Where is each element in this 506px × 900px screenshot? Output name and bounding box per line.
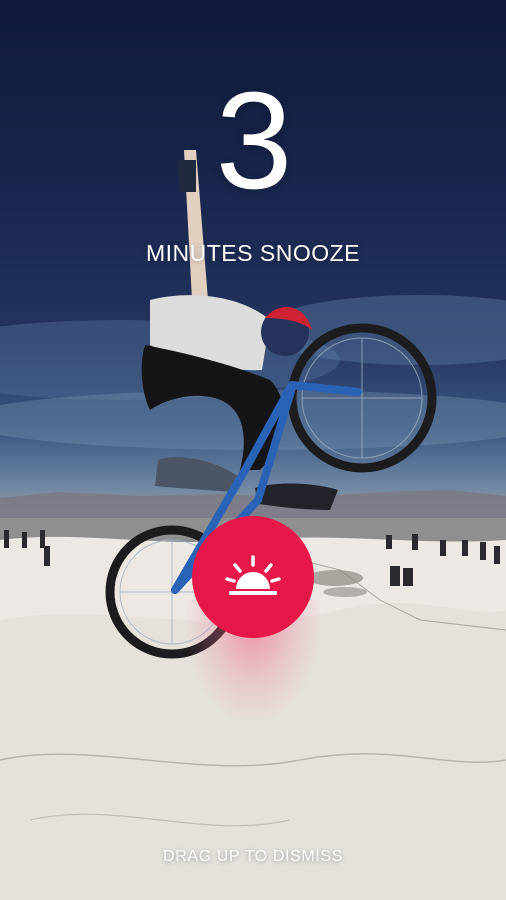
sunrise-icon [225, 555, 281, 595]
snooze-label: MINUTES SNOOZE [145, 240, 360, 266]
drag-up-to-dismiss-hint: DRAG UP TO DISMISS [163, 848, 343, 865]
alarm-screen: 3 MINUTES SNOOZE DRAG UP TO DISMISS [0, 0, 506, 900]
snooze-minutes-value: 3 [215, 64, 293, 218]
alarm-drag-handle[interactable] [192, 516, 314, 638]
